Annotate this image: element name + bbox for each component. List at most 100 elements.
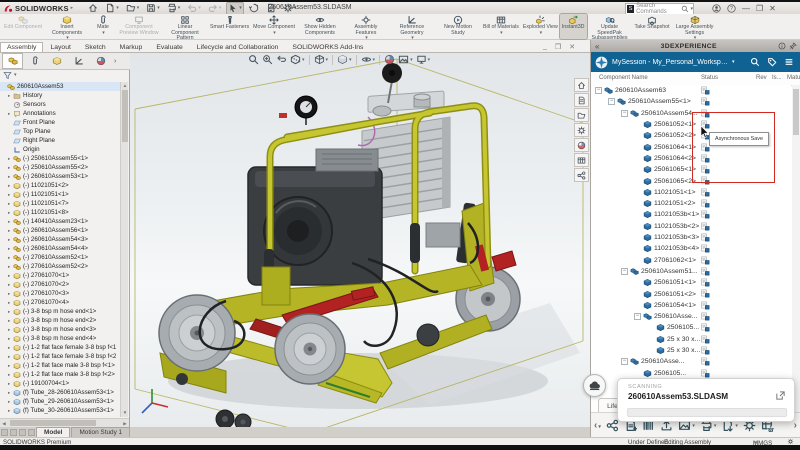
ribbon-button-bill-of-materials[interactable]: Bill of Materials▾	[481, 14, 521, 39]
info-icon[interactable]	[778, 42, 786, 50]
collapse-box-icon[interactable]: −	[621, 358, 628, 365]
search-icon[interactable]: ▾	[681, 5, 693, 13]
redo-button[interactable]: ▾	[207, 3, 223, 14]
collapse-box-icon[interactable]: −	[621, 268, 628, 275]
hide-show-items-button[interactable]: ▾	[361, 54, 376, 65]
asynchronous-save-status-icon[interactable]	[701, 335, 710, 344]
ribbon-button-speedpak[interactable]: Update SpeedPak Subassemblies	[587, 14, 633, 39]
ribbon-button-snapshot[interactable]: Take Snapshot	[633, 14, 672, 39]
panel-close-icon[interactable]: ✕	[569, 43, 575, 51]
column-header-is-[interactable]: Is...	[772, 75, 782, 81]
panel-restore-icon[interactable]: ❐	[555, 43, 561, 51]
ribbon-button-component-preview[interactable]: Component Preview Window	[116, 14, 162, 39]
fm-tab-featuremanager[interactable]	[2, 53, 23, 69]
toolbar-scroll-left-icon[interactable]: ‹▾	[591, 420, 604, 431]
explorer-button[interactable]	[574, 93, 589, 107]
asynchronous-save-status-icon[interactable]	[701, 289, 710, 298]
component-tree-item[interactable]: −250610Assem55<1>	[591, 96, 791, 107]
component-tree-scrollbar[interactable]	[792, 85, 800, 412]
session-caret-icon[interactable]: ▾	[732, 59, 735, 65]
component-tree-item[interactable]: 25 x 30 x...	[591, 345, 791, 356]
ribbon-button-linear-pattern[interactable]: Linear Component Pattern▾	[162, 14, 208, 39]
tree-filter-row[interactable]: ▾	[0, 69, 132, 81]
view-orientation-button[interactable]: ▾	[314, 54, 329, 65]
split-pane-button[interactable]	[28, 429, 35, 436]
asynchronous-save-status-icon[interactable]	[701, 323, 710, 332]
feature-tree-item[interactable]: ▸(f) Tube_29-260610Assem53<1>	[0, 397, 114, 406]
column-header-component-name[interactable]: Component Name	[599, 75, 648, 81]
save-button[interactable]: ▾	[145, 3, 161, 14]
bottom-tab-motion-study-1[interactable]: Motion Study 1	[71, 427, 130, 437]
minimize-button[interactable]: —	[742, 4, 750, 13]
compass-icon[interactable]	[595, 56, 608, 69]
home-button[interactable]	[87, 3, 99, 14]
fm-tabs-overflow-icon[interactable]: ›	[114, 58, 116, 65]
asynchronous-save-status-icon[interactable]	[701, 222, 710, 231]
pin-icon[interactable]	[789, 42, 797, 50]
open-button[interactable]: ▾	[125, 3, 141, 14]
component-tree-item[interactable]: −250610Assem51...	[591, 266, 791, 277]
feature-tree-item[interactable]: ▸(-) 3-8 bsp m hose end<1>	[0, 307, 96, 316]
collapse-box-icon[interactable]: −	[595, 87, 602, 94]
feature-tree-item[interactable]: ▸(-) 11021051<7>	[0, 199, 69, 208]
asynchronous-save-status-icon[interactable]	[701, 357, 710, 366]
feature-tree-item[interactable]: ▸(f) Tube_28-260610Assem53<1>	[0, 388, 114, 397]
print-button[interactable]: ▾	[166, 3, 182, 14]
column-header-rev[interactable]: Rev	[756, 75, 767, 81]
dock-header[interactable]: « 3DEXPERIENCE	[591, 40, 800, 52]
feature-tree-item[interactable]: ▸(-) 11021051<1>	[0, 190, 69, 199]
zoom-to-area-button[interactable]	[262, 54, 273, 65]
feature-tree-item[interactable]: ▸(f) Tube_30-260610Assem53<1>	[0, 406, 114, 415]
feature-tree-item[interactable]: Origin	[0, 145, 40, 154]
feature-tree-item[interactable]: Right Plane	[0, 136, 55, 145]
rvscroll-thumb[interactable]	[793, 89, 799, 135]
ribbon-button-assembly-features[interactable]: Assembly Features▾	[343, 14, 389, 39]
ribbon-button-move-component[interactable]: Move Component▾	[251, 14, 297, 39]
tab-markup[interactable]: Markup	[113, 42, 150, 52]
share-button[interactable]	[606, 419, 619, 432]
feature-tree-item[interactable]: ▸(-) 250610Assem55<2>	[0, 163, 88, 172]
user-account-icon[interactable]	[712, 4, 721, 13]
ribbon-button-show-hidden[interactable]: Show Hidden Components	[297, 14, 343, 39]
feature-tree-item[interactable]: ▸History	[0, 91, 42, 100]
fm-tab-configurationmanager[interactable]	[46, 53, 67, 69]
component-tree-item[interactable]: 11021051<1>	[591, 187, 791, 198]
component-tree-item[interactable]: 25061051<1>	[591, 277, 791, 288]
asynchronous-save-status-icon[interactable]	[701, 278, 710, 287]
feature-tree-item[interactable]: ▸(-) 1-2 flat face male 3-8 bsp f<2>	[0, 370, 115, 379]
mysession-header[interactable]: MySession - My_Personal_Workspace ... ▾	[591, 52, 800, 72]
display-style-button[interactable]: ▾	[337, 54, 352, 65]
fm-tab-dimxpertmanager[interactable]	[68, 53, 89, 69]
scroll-down-icon[interactable]: ▼	[121, 409, 129, 417]
component-tree-item[interactable]: −260610Assem63	[591, 85, 791, 96]
feature-tree-item[interactable]: ▸(-) 270610Assem52<2>	[0, 262, 88, 271]
feature-tree-item[interactable]: ▸(-) 3-8 bsp m hose end<4>	[0, 334, 96, 343]
split-pane-button[interactable]	[10, 429, 17, 436]
cloud-status-badge[interactable]	[583, 374, 606, 397]
feature-tree-item[interactable]: ▸(-) 27061070<2>	[0, 280, 69, 289]
graphics-viewport[interactable]: ▾▾▾▾▾▾	[130, 53, 590, 427]
feature-tree-item[interactable]: ▸(-) 260610Assem54<3>	[0, 235, 88, 244]
fm-tab-displaymanager[interactable]	[90, 53, 111, 69]
component-tree-item[interactable]: 25 x 30 x...	[591, 334, 791, 345]
feature-tree-item[interactable]: ▸(-) 27061070<1>	[0, 271, 69, 280]
undo-button[interactable]: ▾	[186, 3, 202, 14]
component-tree-item[interactable]: 25061054<1>	[591, 300, 791, 311]
asynchronous-save-status-icon[interactable]	[701, 199, 710, 208]
component-tree-item[interactable]: 2506105...	[591, 322, 791, 333]
menu-icon[interactable]	[784, 57, 794, 67]
ribbon-button-instant3d[interactable]: Instant3D	[560, 14, 587, 39]
feature-tree-item[interactable]: Top Plane	[0, 127, 51, 136]
ribbon-button-exploded-view[interactable]: Exploded View▾	[521, 14, 560, 39]
home-button[interactable]	[574, 78, 589, 92]
feature-tree-item[interactable]: ▸(-) 27061070<3>	[0, 289, 69, 298]
edit-appearance-button[interactable]	[384, 54, 395, 65]
collapse-box-icon[interactable]: −	[634, 313, 641, 320]
component-tree-item[interactable]: 25061051<2>	[591, 288, 791, 299]
ribbon-button-large-assembly[interactable]: Large Assembly Settings▾	[672, 14, 718, 39]
menu-expand-arrow[interactable]: ▸	[71, 5, 74, 11]
hscroll-thumb[interactable]	[10, 420, 96, 426]
open-folder-button[interactable]	[574, 108, 589, 122]
asynchronous-save-status-icon[interactable]	[701, 369, 710, 378]
component-tree-item[interactable]: 11021053b<4>	[591, 243, 791, 254]
